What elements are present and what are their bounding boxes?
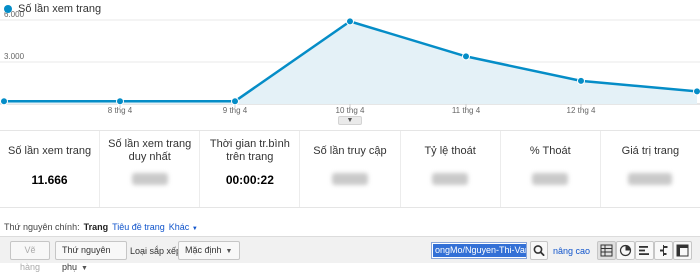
search-selected-text: ongMo/Nguyen-Thi-Van: [433, 244, 526, 257]
x-tick-label: 8 thg 4: [108, 106, 133, 115]
x-tick-label: 10 thg 4: [336, 106, 365, 115]
data-point: [578, 77, 585, 84]
pie-chart-icon: [617, 242, 634, 259]
metric-value-redacted: [132, 173, 168, 185]
metric-label: Số lần xem trang: [4, 137, 95, 165]
view-performance-button[interactable]: [635, 241, 654, 260]
primary-dimension-bar: Thứ nguyên chính: Trang Tiêu đề trang Kh…: [4, 222, 198, 232]
chevron-down-icon: ▼: [226, 248, 233, 255]
legend-dot-icon: [4, 5, 12, 13]
metric-value-redacted: [532, 173, 568, 185]
metric-label: Tỷ lệ thoát: [405, 137, 496, 165]
sort-default-label: Mặc định: [185, 245, 222, 255]
x-tick-label: 12 thg 4: [567, 106, 596, 115]
x-tick-label: 11 thg 4: [452, 106, 481, 115]
dimension-page-selected[interactable]: Trang: [84, 222, 109, 232]
chart-legend[interactable]: Số lần xem trang: [4, 3, 101, 15]
data-point: [694, 88, 700, 95]
search-button[interactable]: [530, 241, 548, 260]
view-pivot-button[interactable]: [673, 241, 692, 260]
primary-dimension-label: Thứ nguyên chính:: [4, 222, 80, 232]
view-table-button[interactable]: [597, 241, 616, 260]
table-toolbar: Vẽ hàng Thứ nguyên phụ▼ Loại sắp xếp: Mặ…: [0, 236, 700, 263]
metric-label: % Thoát: [505, 137, 596, 165]
view-pie-button[interactable]: [616, 241, 635, 260]
table-grid-icon: [598, 242, 615, 259]
metric-value-redacted: [432, 173, 468, 185]
metric-value-redacted: [332, 173, 368, 185]
metric-exit-rate[interactable]: % Thoát: [501, 131, 601, 207]
sort-type-dropdown[interactable]: Mặc định ▼: [178, 241, 240, 260]
collapse-chart-handle-icon[interactable]: ▼: [338, 116, 362, 125]
series-area-fill: [4, 21, 697, 104]
data-point: [117, 98, 124, 105]
bar-list-icon: [636, 242, 653, 259]
dimension-other-link[interactable]: Khác ▼: [169, 222, 198, 232]
dimension-page-title-link[interactable]: Tiêu đề trang: [112, 222, 165, 232]
metric-value-redacted: [628, 173, 672, 185]
plot-rows-button[interactable]: Vẽ hàng: [10, 241, 50, 260]
metrics-scorecard: Số lần xem trang 11.666 Số lần xem trang…: [0, 130, 700, 208]
chart-svg: 6.0003.0008 thg 49 thg 410 thg 411 thg 4…: [0, 0, 700, 120]
metric-pageviews[interactable]: Số lần xem trang 11.666: [0, 131, 100, 207]
pivot-table-icon: [674, 242, 691, 259]
view-comparison-button[interactable]: [654, 241, 673, 260]
metric-page-value[interactable]: Giá trị trang: [601, 131, 700, 207]
data-point: [232, 98, 239, 105]
metric-label: Thời gian tr.bình trên trang: [204, 137, 295, 165]
table-filter-input[interactable]: ongMo/Nguyen-Thi-Van: [431, 242, 527, 259]
metric-bounce-rate[interactable]: Tỷ lệ thoát: [401, 131, 501, 207]
advanced-filter-link[interactable]: nâng cao: [553, 246, 590, 256]
data-point: [463, 53, 470, 60]
metric-avg-time-on-page[interactable]: Thời gian tr.bình trên trang 00:00:22: [200, 131, 300, 207]
metric-value: 00:00:22: [200, 173, 299, 187]
metric-value: 11.666: [0, 173, 99, 187]
line-chart: 6.0003.0008 thg 49 thg 410 thg 411 thg 4…: [0, 0, 700, 120]
y-tick-label: 3.000: [4, 52, 25, 61]
legend-label: Số lần xem trang: [18, 3, 101, 15]
metric-label: Giá trị trang: [605, 137, 696, 165]
chevron-down-icon: ▼: [81, 265, 88, 272]
plot-rows-label: Vẽ hàng: [20, 245, 40, 272]
chevron-down-icon: ▼: [192, 226, 198, 232]
metric-entrances[interactable]: Số lần truy cập: [300, 131, 400, 207]
search-icon: [531, 242, 547, 259]
data-point: [1, 98, 8, 105]
data-point: [347, 18, 354, 25]
sort-type-label: Loại sắp xếp:: [130, 246, 184, 256]
secondary-dimension-dropdown[interactable]: Thứ nguyên phụ▼: [55, 241, 127, 260]
comparison-icon: [655, 242, 672, 259]
metric-label: Số lần xem trang duy nhất: [104, 137, 195, 165]
metric-label: Số lần truy cập: [304, 137, 395, 165]
x-tick-label: 9 thg 4: [223, 106, 248, 115]
dimension-other-label: Khác: [169, 222, 190, 232]
metric-unique-pageviews[interactable]: Số lần xem trang duy nhất: [100, 131, 200, 207]
